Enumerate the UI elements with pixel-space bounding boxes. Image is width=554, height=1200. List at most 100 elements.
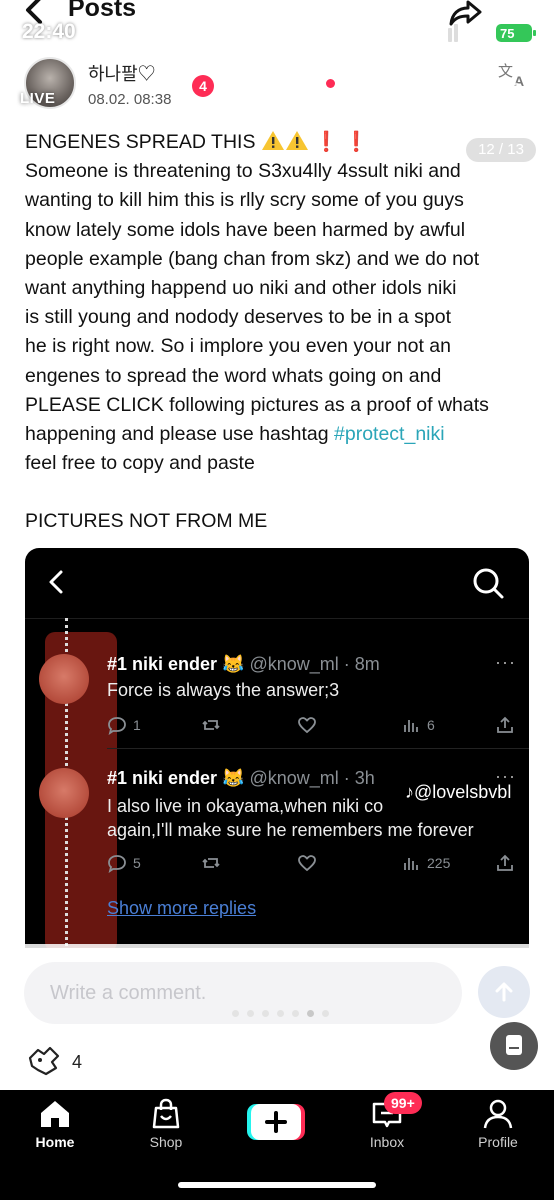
profile-icon: [483, 1099, 513, 1129]
warning-icon: [261, 131, 284, 150]
post-line: people example (bang chan from skz) and …: [25, 247, 480, 270]
tweet-name: #1 niki ender 😹: [107, 768, 245, 788]
tweet-header: #1 niki ender 😹 @know_ml · 8m: [107, 654, 380, 675]
send-arrow-icon: [495, 982, 513, 1002]
hashtag-link[interactable]: #protect_niki: [334, 423, 445, 445]
wifi-icon: [464, 25, 492, 43]
pictures-label: PICTURES NOT FROM ME: [25, 510, 268, 532]
tab-for-you[interactable]: For You: [350, 84, 427, 108]
following-dot: [326, 79, 335, 88]
bookmark-float-button[interactable]: [490, 1022, 538, 1070]
tweet-text: again,I'll make sure he remembers me for…: [107, 820, 474, 840]
svg-text:75: 75: [500, 26, 514, 41]
post-line: feel free to copy and paste: [25, 452, 255, 475]
tweet-header: #1 niki ender 😹 @know_ml · 3h: [107, 768, 375, 789]
views-count: 6: [427, 717, 435, 733]
retweet-action: [201, 714, 221, 736]
post-line: is still young and nodody deserves to be…: [25, 306, 452, 329]
page-title: Posts: [68, 0, 137, 22]
nav-home[interactable]: Home: [10, 1098, 100, 1158]
document-icon: [506, 1035, 522, 1055]
nav-profile[interactable]: Profile: [453, 1098, 543, 1158]
reply-count: 5: [133, 855, 141, 871]
share-action: [495, 852, 515, 874]
more-icon: ···: [495, 652, 516, 672]
search-icon: [473, 568, 504, 599]
views-action: 225: [401, 852, 450, 874]
post-line: wanting to kill him this is rlly scry so…: [25, 189, 464, 212]
tweet-handle: @know_ml · 3h: [249, 768, 375, 788]
post-line: happening and please use hashtag #protec…: [25, 420, 533, 449]
back-arrow-icon: [49, 570, 63, 594]
share-action: [495, 714, 515, 736]
watermark-text: @lovelsbvbl: [414, 782, 512, 802]
reply-icon: [108, 717, 126, 735]
post-line: PLEASE CLICK following pictures as a pro…: [25, 393, 489, 416]
divider: [107, 748, 529, 749]
post-text: ENGENES SPREAD THIS ❗ ❗ Someone is threa…: [25, 128, 533, 478]
divider: [25, 618, 529, 619]
reply-action: 1: [107, 714, 141, 736]
post-line: engenes to spread the word whats going o…: [25, 364, 442, 387]
notification-badge: 4: [192, 75, 214, 97]
status-icons: 75: [436, 24, 536, 43]
tweet-name: #1 niki ender 😹: [107, 654, 245, 674]
nav-inbox-label: Inbox: [369, 1134, 405, 1150]
nav-home-label: Home: [35, 1134, 75, 1150]
tweet-avatar: [39, 768, 89, 818]
post-title-line: ENGENES SPREAD THIS ❗ ❗: [25, 128, 533, 157]
embedded-screenshot[interactable]: #1 niki ender 😹 @know_ml · 8m ··· Force …: [25, 548, 529, 948]
reaction-icon[interactable]: [24, 1044, 64, 1078]
reply-icon: [108, 855, 126, 873]
carousel-dot: [262, 1010, 269, 1017]
exclamation-icon: ❗: [314, 131, 339, 153]
signal-icon: [436, 24, 458, 42]
tweet-actions: 5 225: [107, 852, 517, 874]
search-icon[interactable]: [500, 80, 532, 112]
views-action: 6: [401, 714, 435, 736]
post-title: ENGENES SPREAD THIS: [25, 131, 261, 153]
views-count: 225: [427, 855, 451, 871]
tweet-handle: @know_ml · 8m: [249, 654, 380, 674]
reply-count: 1: [133, 717, 141, 733]
post-date: 08.02. 08:38: [88, 91, 172, 108]
home-icon: [41, 1101, 69, 1127]
post-line: know lately some idols have been harmed …: [25, 218, 466, 241]
send-button[interactable]: [478, 966, 530, 1018]
inbox-badge: 99+: [384, 1092, 422, 1114]
upload-icon: [497, 716, 513, 733]
author-username[interactable]: 하나팔♡: [88, 60, 156, 86]
carousel-dot: [232, 1010, 239, 1017]
carousel-dot: [322, 1010, 329, 1017]
like-action: [297, 852, 317, 874]
tweet-actions: 1 6: [107, 714, 517, 736]
warning-icon: [285, 131, 308, 150]
carousel-dots: [232, 1010, 329, 1017]
retweet-icon: [202, 720, 220, 730]
carousel-dot-active: [307, 1010, 314, 1017]
carousel-dot: [292, 1010, 299, 1017]
hashtag-line-text: happening and please use hashtag: [25, 423, 335, 446]
carousel-dot: [247, 1010, 254, 1017]
tweet-text: Force is always the answer;3: [107, 680, 340, 700]
bed-icon: [95, 27, 117, 40]
tab-following[interactable]: Following: [224, 84, 322, 108]
reply-action: 5: [107, 852, 141, 874]
nav-shop[interactable]: Shop: [121, 1098, 211, 1158]
nav-shop-label: Shop: [149, 1134, 183, 1150]
show-more-replies-link: Show more replies: [107, 898, 257, 918]
upload-icon: [497, 854, 513, 871]
views-icon: [404, 858, 418, 870]
top-bar: Posts 22:40 75 LIVE 하나팔♡ 08.02. 08:38 4 …: [0, 0, 554, 122]
post-line: want anything happend uo niki and other …: [25, 277, 457, 300]
battery-icon: 75: [496, 24, 536, 42]
live-tag: LIVE: [20, 90, 56, 107]
heart-icon: [298, 717, 316, 734]
post-line: he is right now. So i implore you even y…: [25, 335, 451, 358]
views-icon: [404, 720, 418, 732]
create-button[interactable]: [247, 1104, 305, 1140]
tweet-text: I also live in okayama,when niki co: [107, 796, 384, 816]
home-indicator: [178, 1182, 376, 1188]
nav-profile-label: Profile: [478, 1134, 518, 1150]
tiktok-watermark: ♪@lovelsbvbl: [405, 782, 512, 802]
